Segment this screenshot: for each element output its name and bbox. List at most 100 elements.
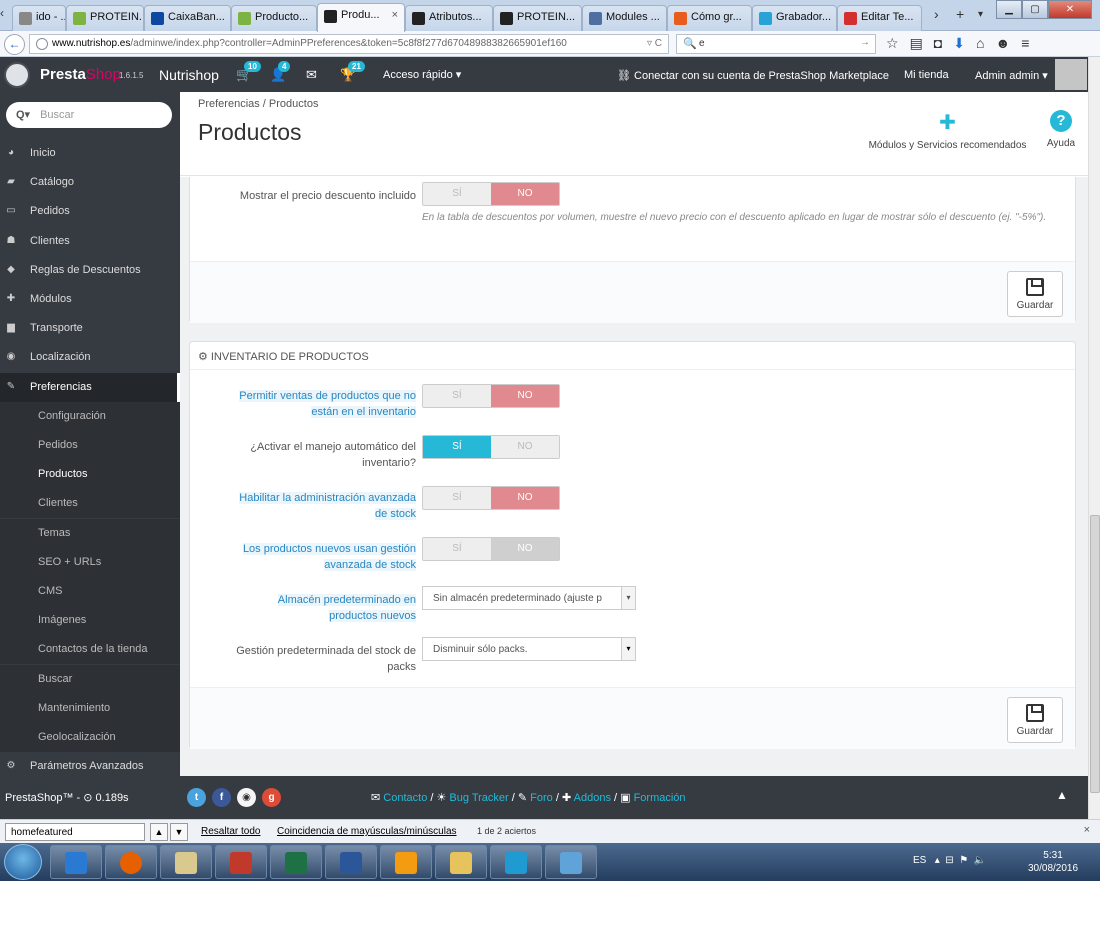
trophy-notification-icon[interactable]: 🏆 21 (340, 61, 365, 83)
footer-link[interactable]: ✉ Contacto (371, 792, 427, 804)
browser-search-input[interactable]: 🔍 e → (676, 34, 876, 54)
home-icon[interactable]: ⌂ (976, 35, 984, 52)
stock-management-toggle[interactable]: SÍ NO (422, 435, 560, 459)
go-arrow-icon[interactable]: → (860, 37, 870, 48)
browser-tab[interactable]: Grabador... (752, 5, 837, 31)
find-previous-icon[interactable]: ▲ (150, 823, 168, 841)
filezilla-taskbar-icon[interactable] (215, 845, 267, 879)
admin-user-menu[interactable]: Admin admin ▾ (975, 69, 1048, 82)
sidebar-subitem[interactable]: Temas (0, 518, 180, 548)
facebook-icon[interactable]: f (212, 788, 231, 807)
scroll-to-top-icon[interactable]: ▲ (1051, 788, 1073, 810)
toggle-no[interactable]: NO (491, 487, 559, 509)
default-warehouse-select[interactable]: Sin almacén predeterminado (ajuste p ▾ (422, 586, 636, 610)
tray-arrow-icon[interactable]: ▴ (935, 855, 940, 866)
customers-notification-icon[interactable]: 👤 4 (270, 61, 291, 83)
browser-tab[interactable]: CaixaBan... (144, 5, 231, 31)
allow-out-of-stock-toggle[interactable]: SÍ NO (422, 384, 560, 408)
marketplace-link[interactable]: ⛓ Conectar con su cuenta de PrestaShop M… (617, 69, 889, 82)
sidebar-subitem[interactable]: Pedidos (0, 431, 180, 460)
my-shop-link[interactable]: Mi tienda (904, 69, 949, 81)
chat-icon[interactable]: ☻ (995, 35, 1010, 52)
pdf-taskbar-icon[interactable] (380, 845, 432, 879)
toggle-no[interactable]: NO (491, 385, 559, 407)
sidebar-subitem[interactable]: Imágenes (0, 606, 180, 636)
sidebar-item[interactable]: ▆ Transporte (0, 314, 180, 343)
footer-link[interactable]: ✎ Foro (518, 792, 553, 804)
maximize-icon[interactable]: ▢ (1022, 0, 1048, 19)
close-tab-icon[interactable]: × (392, 9, 398, 21)
browser-tab[interactable]: PROTEIN... (493, 5, 582, 31)
excel-taskbar-icon[interactable] (270, 845, 322, 879)
download-icon[interactable]: ⬇ (953, 35, 965, 52)
sidebar-subitem[interactable]: SEO + URLs (0, 547, 180, 577)
toggle-no[interactable]: NO (491, 538, 559, 560)
browser-tab[interactable]: PROTEIN... (66, 5, 144, 31)
sidebar-item[interactable]: ▰ Catálogo (0, 168, 180, 197)
language-indicator[interactable]: ES (913, 855, 926, 866)
new-tab-icon[interactable]: + (956, 6, 964, 22)
clock[interactable]: 5:31 30/08/2016 (1028, 849, 1078, 875)
advanced-stock-toggle[interactable]: SÍ NO (422, 486, 560, 510)
sidebar-search-input[interactable]: Q▾ Buscar (6, 102, 172, 128)
orders-notification-icon[interactable]: 🛒 10 (236, 61, 261, 83)
close-window-icon[interactable]: ✕ (1048, 0, 1092, 19)
flag-icon[interactable]: ⚑ (959, 855, 968, 866)
sidebar-subitem[interactable]: Mantenimiento (0, 693, 180, 723)
sidebar-subitem[interactable]: Clientes (0, 489, 180, 519)
recorder-taskbar-icon[interactable] (490, 845, 542, 879)
breadcrumb[interactable]: Preferencias / Productos (198, 98, 318, 110)
browser-tab[interactable]: Editar Te... (837, 5, 922, 31)
reload-icon[interactable]: ▿ C (647, 38, 662, 49)
sidebar-subitem[interactable]: Productos (0, 460, 180, 490)
sidebar-subitem[interactable]: Contactos de la tienda (0, 635, 180, 665)
page-scrollbar[interactable] (1088, 57, 1100, 819)
help-button[interactable]: ? Ayuda (1041, 110, 1081, 149)
price-discount-toggle[interactable]: SÍ NO (422, 182, 560, 206)
highlight-all-option[interactable]: Resaltar todo (201, 826, 260, 837)
sidebar-item[interactable]: ◆ Reglas de Descuentos (0, 256, 180, 285)
save-button[interactable]: Guardar (1007, 271, 1063, 317)
new-products-advanced-stock-toggle[interactable]: SÍ NO (422, 537, 560, 561)
google-plus-icon[interactable]: g (262, 788, 281, 807)
tabs-scroll-right-icon[interactable]: › (934, 6, 939, 22)
shop-name[interactable]: Nutrishop (159, 67, 219, 83)
twitter-icon[interactable]: t (187, 788, 206, 807)
word-taskbar-icon[interactable] (325, 845, 377, 879)
scrollbar-thumb[interactable] (1090, 515, 1100, 793)
menu-icon[interactable]: ≡ (1021, 35, 1029, 52)
sidebar-subitem[interactable]: Geolocalización (0, 723, 180, 752)
quick-access-menu[interactable]: Acceso rápido ▾ (383, 68, 461, 81)
browser-tab[interactable]: Produ... × (317, 3, 405, 32)
sidebar-item[interactable]: ✚ Módulos (0, 285, 180, 314)
footer-link[interactable]: ☀ Bug Tracker (436, 792, 508, 804)
sidebar-subitem[interactable]: Configuración (0, 401, 180, 431)
paint-taskbar-icon[interactable] (545, 845, 597, 879)
save-button[interactable]: Guardar (1007, 697, 1063, 743)
browser-tab[interactable]: Atributos... (405, 5, 493, 31)
match-case-option[interactable]: Coincidencia de mayúsculas/minúsculas (277, 826, 457, 837)
browser-tab[interactable]: Cómo gr... (667, 5, 752, 31)
find-input[interactable]: homefeatured (5, 823, 145, 841)
toggle-yes[interactable]: SÍ (423, 538, 491, 560)
recommended-modules-button[interactable]: ✚ Módulos y Servicios recomendados (860, 110, 1035, 151)
toggle-yes[interactable]: SÍ (423, 183, 491, 205)
pack-stock-select[interactable]: Disminuir sólo packs. ▾ (422, 637, 636, 661)
minimize-icon[interactable]: ▁ (996, 0, 1022, 19)
notepad-taskbar-icon[interactable] (160, 845, 212, 879)
sidebar-item[interactable]: ◕ Inicio (0, 139, 180, 168)
sidebar-item[interactable]: ☗ Clientes (0, 227, 180, 256)
volume-icon[interactable]: 🔈 (974, 855, 986, 866)
sidebar-subitem[interactable]: Buscar (0, 664, 180, 694)
tabs-scroll-left-icon[interactable]: ‹ (0, 6, 12, 24)
toggle-no[interactable]: NO (491, 436, 559, 458)
bookmark-star-icon[interactable]: ☆ (886, 35, 899, 52)
ie-taskbar-icon[interactable] (50, 845, 102, 879)
start-button[interactable] (4, 844, 42, 880)
footer-link[interactable]: ✚ Addons (562, 792, 611, 804)
reading-list-icon[interactable]: ▤ (910, 35, 923, 52)
sidebar-item[interactable]: ▭ Pedidos (0, 197, 180, 226)
find-next-icon[interactable]: ▼ (170, 823, 188, 841)
firefox-taskbar-icon[interactable] (105, 845, 157, 879)
github-icon[interactable]: ◉ (237, 788, 256, 807)
